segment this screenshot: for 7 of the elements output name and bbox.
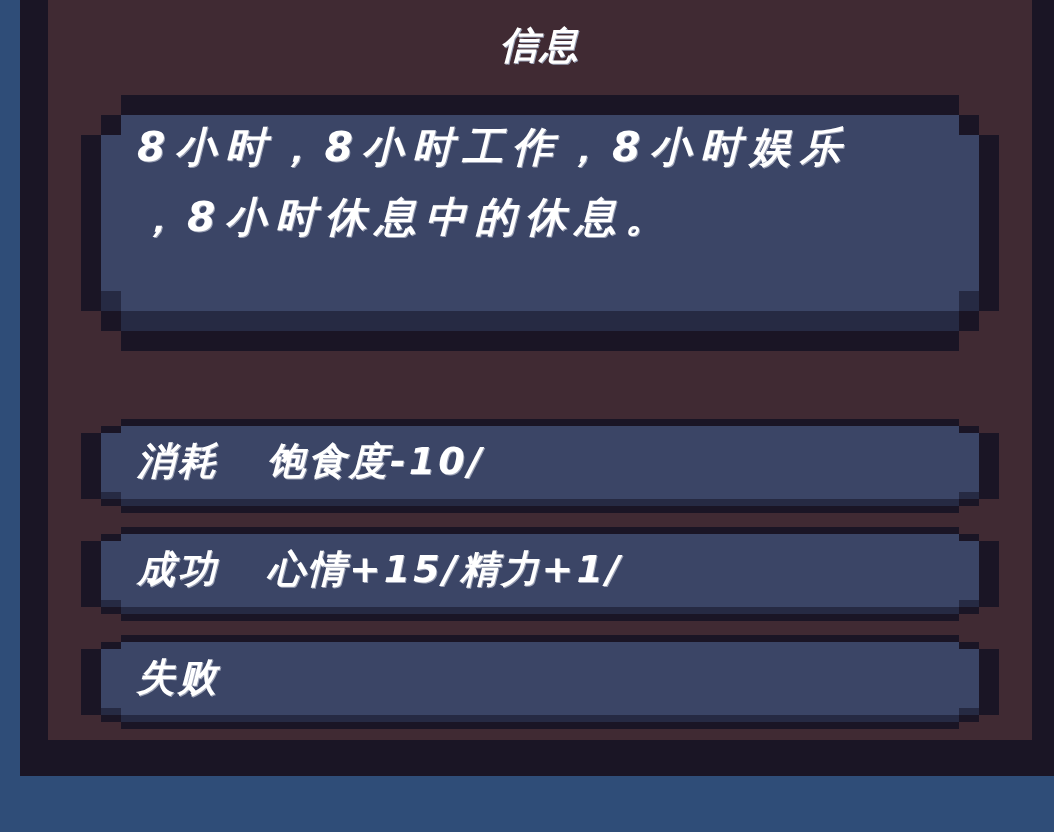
outcome-label: 成功 xyxy=(137,546,219,592)
outcome-value: 心情+15/精力+1/ xyxy=(267,546,623,592)
outcome-label: 失败 xyxy=(137,654,219,700)
outcome-value: 饱食度-10/ xyxy=(267,438,485,484)
panel-title: 信息 xyxy=(500,22,580,68)
outcome-label: 消耗 xyxy=(137,438,219,484)
description-text: 8小时，8小时工作，8小时娱乐，8小时休息中的休息。 xyxy=(137,122,851,243)
